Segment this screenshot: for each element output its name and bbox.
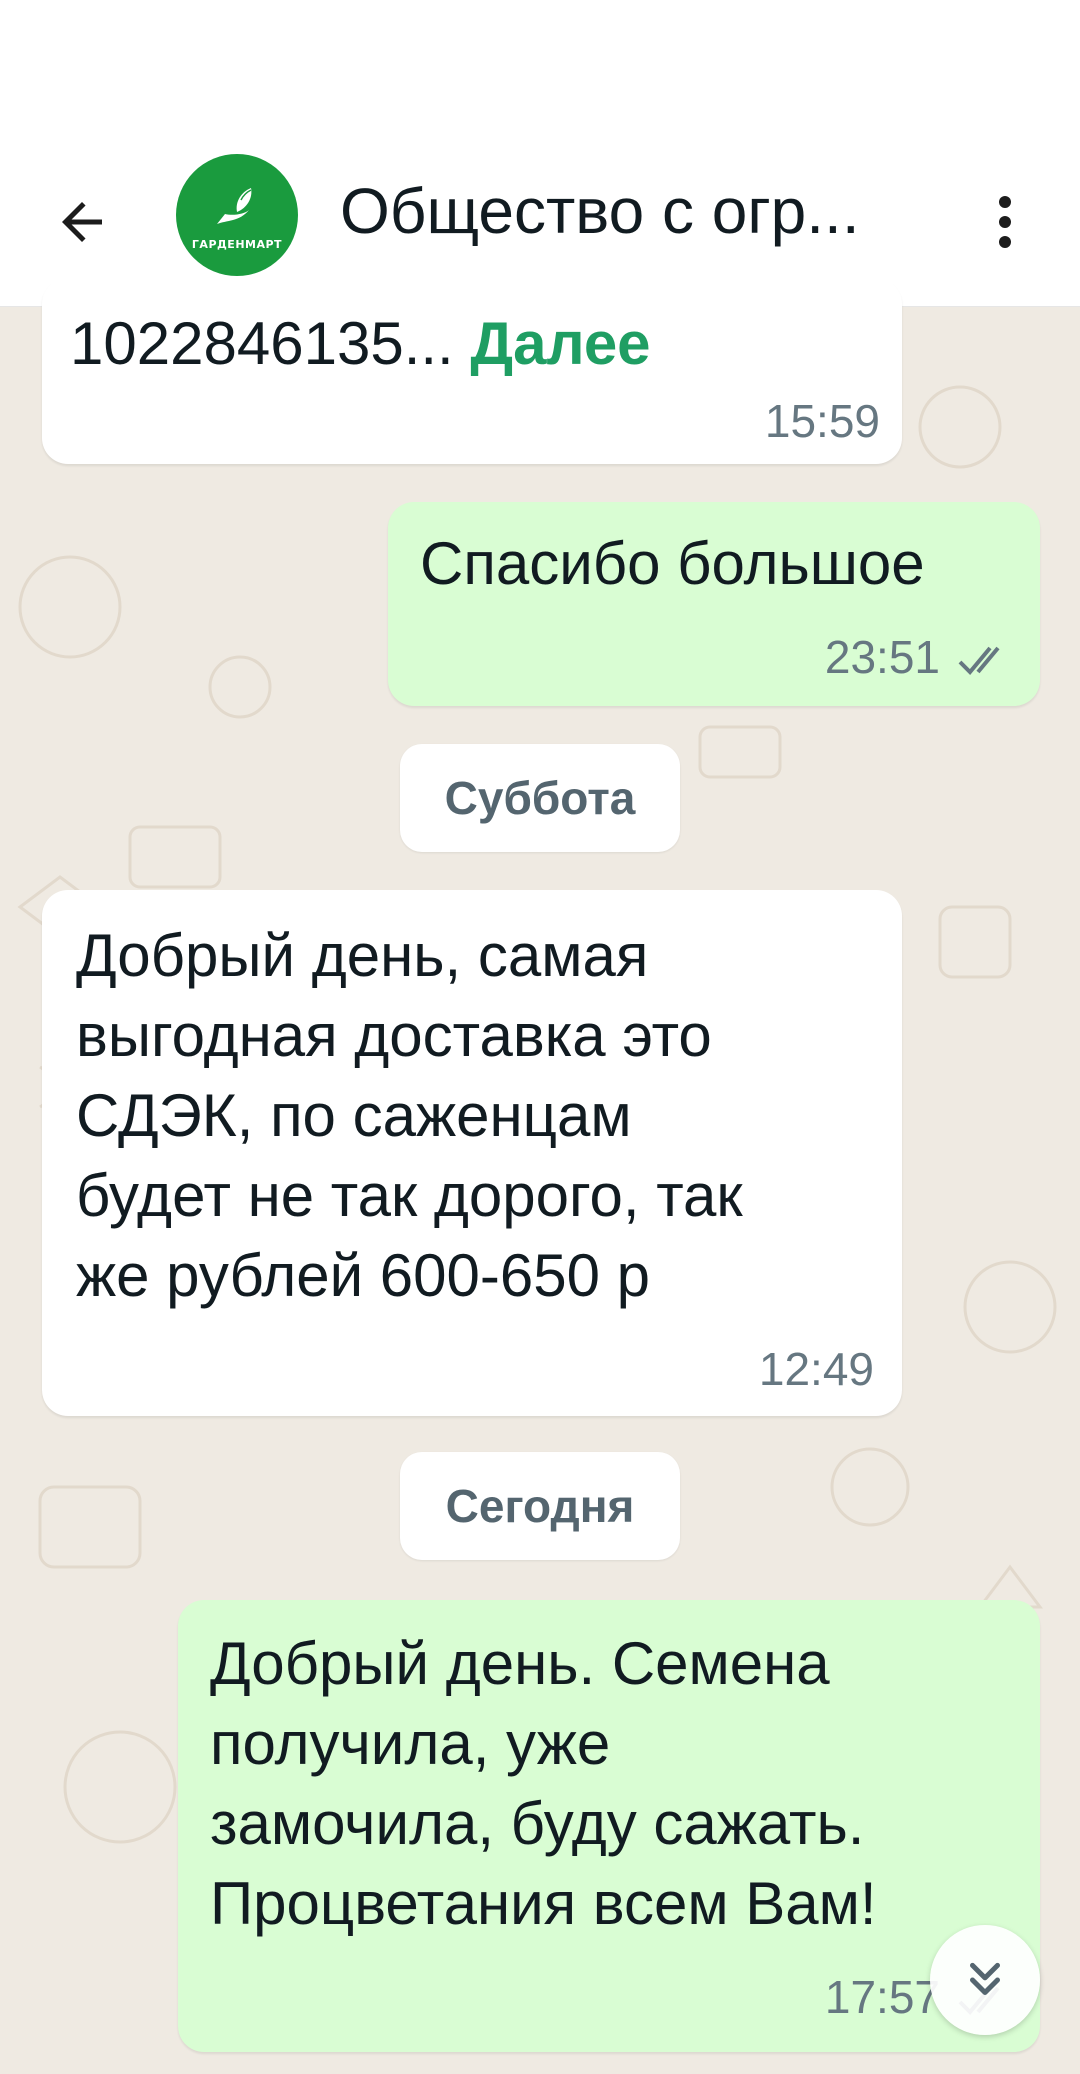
message-line: Добрый день, самая bbox=[76, 922, 649, 989]
message-time: 23:51 bbox=[824, 631, 940, 683]
message-line: получила, уже bbox=[210, 1710, 611, 1777]
message-bubble-incoming[interactable]: 1022846135... Далее 15:59 bbox=[42, 278, 902, 464]
message-text: Добрый день. Семена получила, уже замочи… bbox=[210, 1624, 877, 1944]
date-separator: Сегодня bbox=[400, 1452, 680, 1560]
double-check-icon bbox=[958, 646, 1000, 675]
message-text: 1022846135... Далее bbox=[70, 304, 651, 384]
message-line: будет не так дорого, так bbox=[76, 1162, 743, 1229]
message-text: Добрый день, самая выгодная доставка это… bbox=[76, 916, 743, 1316]
message-text-truncated: 1022846135... bbox=[70, 310, 454, 377]
message-line: же рублей 600-650 р bbox=[76, 1242, 651, 1309]
message-time: 12:49 bbox=[758, 1343, 874, 1395]
contact-avatar[interactable]: ГАРДЕНМАРТ bbox=[176, 154, 298, 276]
chat-title[interactable]: Общество с огр... bbox=[340, 174, 940, 248]
message-bubble-outgoing[interactable]: Спасибо большое 23:51 bbox=[388, 502, 1040, 706]
message-line: Добрый день. Семена bbox=[210, 1630, 830, 1697]
scroll-to-bottom-button[interactable] bbox=[930, 1925, 1040, 2035]
leaf-logo-icon bbox=[217, 187, 252, 224]
date-separator: Суббота bbox=[400, 744, 680, 852]
message-time: 15:59 bbox=[764, 395, 880, 447]
message-bubble-incoming[interactable]: Добрый день, самая выгодная доставка это… bbox=[42, 890, 902, 1416]
status-bar bbox=[0, 0, 1080, 140]
message-line: замочила, буду сажать. bbox=[210, 1790, 865, 1857]
message-text: Спасибо большое bbox=[420, 530, 925, 597]
message-line: СДЭК, по саженцам bbox=[76, 1082, 632, 1149]
message-bubble-outgoing[interactable]: Добрый день. Семена получила, уже замочи… bbox=[178, 1600, 1040, 2052]
message-line: Процветания всем Вам! bbox=[210, 1870, 877, 1937]
menu-button[interactable] bbox=[980, 182, 1030, 262]
arrow-left-icon bbox=[62, 202, 102, 242]
back-button[interactable] bbox=[42, 182, 122, 262]
message-time: 17:57 bbox=[824, 1971, 940, 2023]
chevron-double-down-icon bbox=[970, 1962, 1000, 1995]
avatar-brand-text: ГАРДЕНМАРТ bbox=[191, 237, 283, 251]
message-line: выгодная доставка это bbox=[76, 1002, 712, 1069]
more-vertical-icon bbox=[999, 196, 1011, 248]
read-more-link[interactable]: Далее bbox=[470, 310, 650, 377]
